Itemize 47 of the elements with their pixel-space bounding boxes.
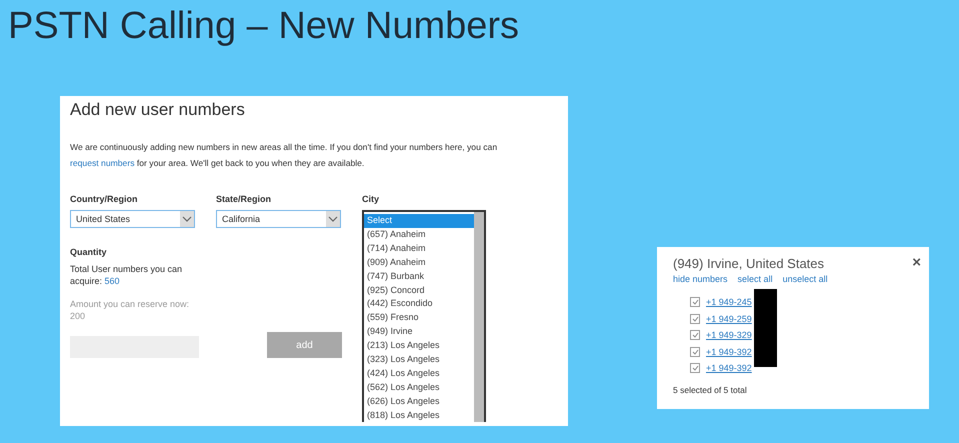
- intro-paragraph: We are continuously adding new numbers in new areas all the time. If you don't find your numbers here, you can request numbers for your area. We'll get back to you when they are available.: [70, 141, 498, 170]
- action-link[interactable]: hide numbers: [673, 274, 728, 284]
- phone-number-link[interactable]: +1 949-245: [706, 297, 752, 308]
- field-label: Country/Region: [70, 193, 138, 205]
- checkbox[interactable]: [690, 330, 700, 340]
- close-button[interactable]: ×: [912, 256, 921, 270]
- panel-title: Add new user numbers: [70, 99, 245, 121]
- field-label: City: [362, 193, 380, 205]
- country-dropdown[interactable]: United States: [70, 210, 195, 228]
- city-option[interactable]: (714) Anaheim: [364, 242, 474, 256]
- city-option[interactable]: (909) Anaheim: [364, 256, 474, 270]
- checkbox[interactable]: [690, 363, 700, 374]
- phone-number-link[interactable]: +1 949-392: [706, 346, 752, 357]
- checkbox[interactable]: [690, 297, 700, 308]
- total-count-link[interactable]: 560: [104, 276, 120, 286]
- city-option[interactable]: (559) Fresno: [364, 311, 474, 326]
- city-option[interactable]: (442) Escondido: [364, 297, 474, 312]
- action-link[interactable]: select all: [738, 274, 773, 284]
- phone-number-link[interactable]: +1 949-329: [706, 330, 752, 340]
- panel-title: (949) Irvine, United States: [673, 256, 824, 272]
- city-option[interactable]: (747) Burbank: [364, 270, 474, 284]
- city-option[interactable]: (424) Los Angeles: [364, 366, 474, 381]
- city-option[interactable]: (657) Anaheim: [364, 228, 474, 242]
- reserve-text: Amount you can reserve now: 200: [70, 298, 190, 322]
- city-option[interactable]: (562) Los Angeles: [364, 380, 474, 395]
- field-label: State/Region: [216, 193, 272, 205]
- city-option[interactable]: (818) Los Angeles: [364, 408, 474, 423]
- action-link[interactable]: unselect all: [782, 274, 828, 284]
- city-option[interactable]: (925) Concord: [364, 284, 474, 298]
- chevron-down-icon: [328, 216, 338, 222]
- total-numbers-text: Total User numbers you can acquire: 560: [70, 263, 184, 287]
- slide-title: PSTN Calling – New Numbers: [7, 4, 520, 49]
- city-option[interactable]: (949) Irvine: [364, 325, 474, 340]
- section-label: Quantity: [70, 246, 107, 258]
- chevron-down-icon: [182, 216, 192, 222]
- city-option[interactable]: (213) Los Angeles: [364, 339, 474, 354]
- phone-number-link[interactable]: +1 949-392: [706, 363, 752, 374]
- request-numbers-link[interactable]: request numbers: [70, 158, 134, 168]
- checkbox[interactable]: [690, 314, 700, 324]
- state-dropdown[interactable]: California: [216, 210, 341, 228]
- city-option[interactable]: (323) Los Angeles: [364, 353, 474, 367]
- city-listbox[interactable]: [362, 210, 486, 422]
- scrollbar[interactable]: [474, 212, 484, 422]
- phone-number-link[interactable]: +1 949-259: [706, 314, 752, 324]
- checkbox[interactable]: [690, 346, 700, 357]
- selection-summary: 5 selected of 5 total: [673, 384, 747, 394]
- city-option[interactable]: (626) Los Angeles: [364, 394, 474, 409]
